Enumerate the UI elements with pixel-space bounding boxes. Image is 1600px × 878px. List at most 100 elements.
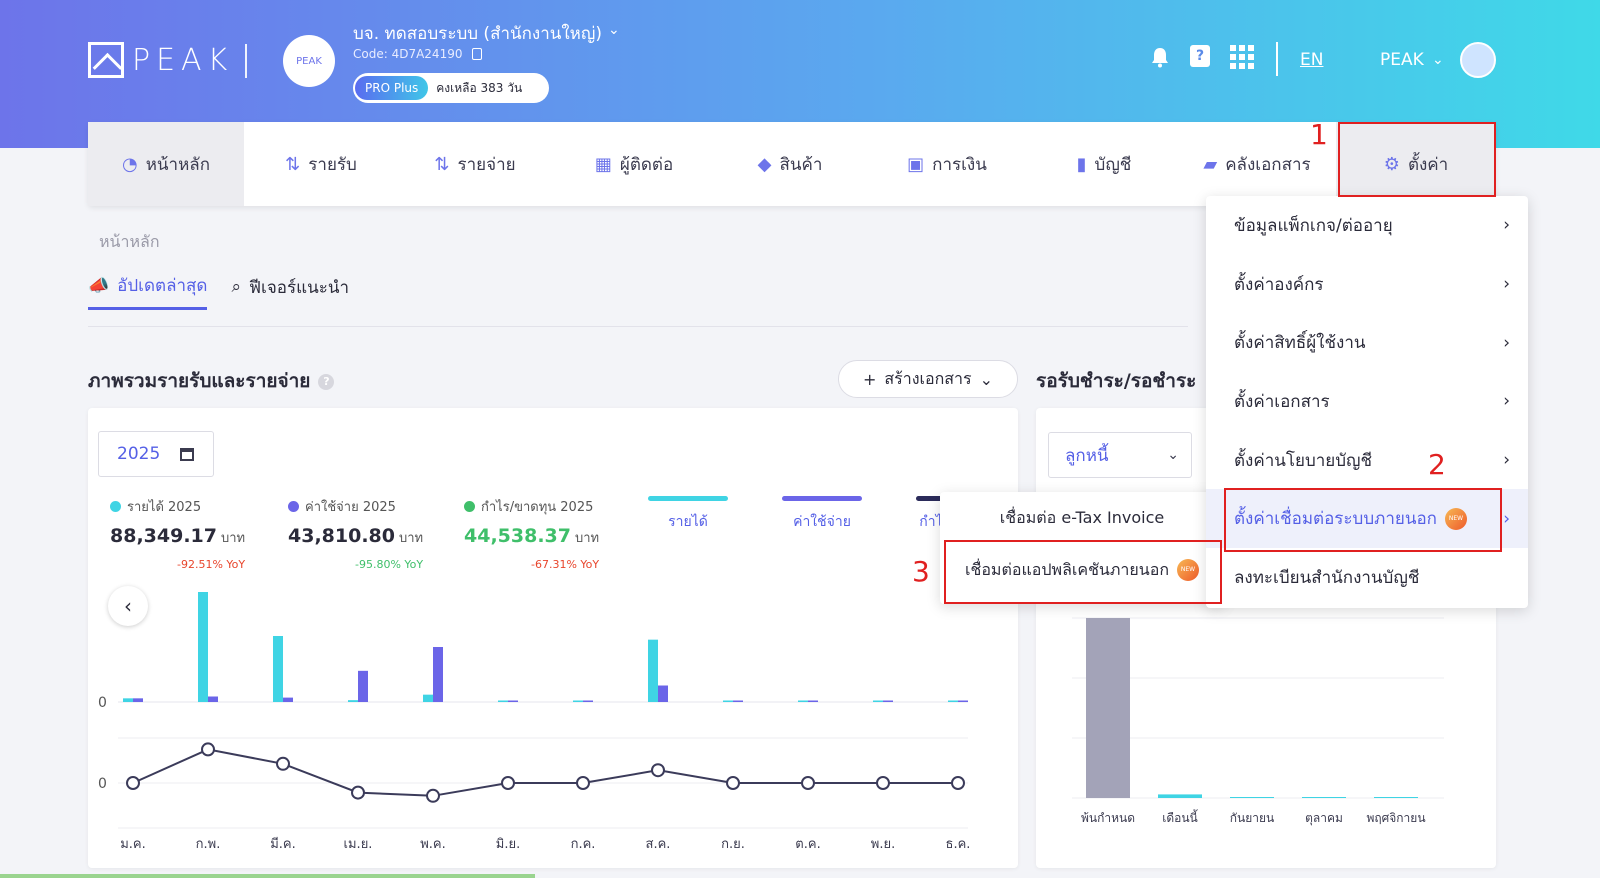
profit-point [576, 776, 590, 790]
chevron-right-icon: › [1503, 391, 1510, 412]
bar2 [1302, 797, 1346, 798]
chevron-right-icon: › [1503, 332, 1510, 353]
x-tick-label: พ.ย. [871, 837, 895, 852]
chevron-down-icon[interactable]: ⌄ [1432, 52, 1444, 68]
profit-point [126, 776, 140, 790]
bar-income [123, 698, 133, 702]
package-badge: PRO Plus [355, 76, 429, 100]
bar-expense [883, 700, 893, 702]
nav-finance[interactable]: ▣ การเงิน [864, 122, 1030, 206]
x-tick-label: มี.ค. [270, 836, 296, 852]
user-menu[interactable]: PEAK [1380, 50, 1424, 70]
chevron-left-icon[interactable]: ‹ [108, 586, 148, 626]
annotation-label-1: 1 [1310, 118, 1328, 151]
x-tick-label: ก.ค. [571, 837, 596, 852]
plus-icon: + [862, 369, 877, 389]
profit-point [801, 776, 815, 790]
bar2-x-label: พ้นกำหนด [1081, 811, 1135, 825]
package-remaining: คงเหลือ 383 วัน [436, 80, 523, 95]
bar-expense [208, 696, 218, 702]
profit-point [951, 776, 965, 790]
bar-income [498, 700, 508, 702]
apps-grid-icon[interactable] [1230, 45, 1254, 69]
chevron-down-icon: ⌄ [979, 369, 994, 389]
x-tick-label: ม.ค. [120, 837, 146, 852]
receivables-title: รอรับชำระ/รอชำระ [1036, 370, 1197, 392]
create-document-button[interactable]: + สร้างเอกสาร ⌄ [838, 360, 1018, 398]
overview-chart-card: 2025 รายได้ 2025 88,349.17 บาท -92.51% Yo… [88, 408, 1018, 868]
dashboard-icon: ◔ [121, 153, 138, 175]
bar-expense [283, 697, 293, 702]
user-avatar[interactable] [1460, 42, 1496, 78]
bar-income [798, 700, 808, 702]
bar-expense [508, 700, 518, 702]
profit-point [876, 776, 890, 790]
bar-income [573, 700, 583, 702]
search-icon: ⌕ [231, 277, 241, 297]
nav-accounting[interactable]: ▮ บัญชี [1030, 122, 1178, 206]
nav-income[interactable]: ⇅ รายรับ [244, 122, 398, 206]
profit-point [726, 776, 740, 790]
bar2-x-label: ตุลาคม [1305, 811, 1343, 826]
bell-icon[interactable] [1150, 46, 1170, 68]
bar2-x-label: กันยายน [1230, 811, 1274, 825]
nav-expense[interactable]: ⇅ รายจ่าย [398, 122, 552, 206]
company-code: Code: 4D7A24190 [353, 47, 463, 61]
bar-income [723, 700, 733, 702]
help-icon[interactable]: ? [1190, 45, 1210, 67]
annotation-box-3 [944, 540, 1222, 604]
bar-income [948, 700, 958, 702]
x-tick-label: ต.ค. [795, 837, 820, 852]
folder-icon: ▰ [1203, 153, 1218, 175]
megaphone-icon: 📣 [88, 275, 110, 296]
chevron-right-icon: › [1503, 215, 1510, 236]
annotation-label-2: 2 [1428, 448, 1446, 481]
nav-products[interactable]: ◆ สินค้า [716, 122, 864, 206]
profit-point [501, 776, 515, 790]
bar-expense [583, 700, 593, 702]
menu-organization[interactable]: ตั้งค่าองค์กร › [1206, 255, 1528, 314]
submenu-etax[interactable]: เชื่อมต่อ e-Tax Invoice [940, 492, 1224, 544]
menu-register-accounting-firm[interactable]: ลงทะเบียนสำนักงานบัญชี [1206, 548, 1528, 607]
header-divider [245, 44, 247, 78]
chevron-down-icon[interactable]: ⌄ [608, 22, 620, 38]
menu-documents[interactable]: ตั้งค่าเอกสาร › [1206, 372, 1528, 431]
tab-recommended-features[interactable]: ⌕ ฟีเจอร์แนะนำ [231, 272, 349, 310]
income-icon: ⇅ [285, 153, 301, 175]
chevron-right-icon: › [1503, 450, 1510, 471]
bar-income [273, 636, 283, 702]
nav-dashboard[interactable]: ◔ หน้าหลัก [88, 122, 244, 206]
bar2-x-label: เดือนนี้ [1162, 809, 1198, 825]
tab-latest-updates[interactable]: 📣 อัปเดตล่าสุด [88, 272, 208, 310]
bar-expense [658, 685, 668, 702]
company-name[interactable]: บจ. ทดสอบระบบ (สำนักงานใหญ่) [353, 20, 602, 47]
copy-icon[interactable] [472, 48, 482, 60]
bar2 [1158, 794, 1202, 798]
peak-logo[interactable]: PEAK [88, 42, 233, 78]
bar-expense [733, 700, 743, 702]
chevron-right-icon: › [1503, 508, 1510, 529]
menu-accounting-policy[interactable]: ตั้งค่านโยบายบัญชี › [1206, 431, 1528, 490]
package-pill[interactable]: PRO Plus คงเหลือ 383 วัน [353, 73, 549, 103]
annotation-label-3: 3 [912, 555, 930, 588]
overview-title: ภาพรวมรายรับและรายจ่าย? [88, 366, 335, 396]
profit-line [132, 748, 958, 797]
language-switch[interactable]: EN [1300, 50, 1323, 70]
overview-chart: 0 0 ม.ค. ก.พ. มี.ค. เม.ย. พ.ค. มิ.ย. ก.ค. ส.ค. ก.ย… [98, 592, 970, 852]
profit-point [351, 785, 365, 800]
help-circle-icon[interactable]: ? [318, 373, 335, 390]
bar-ytick-label: 0 [98, 695, 107, 711]
menu-package[interactable]: ข้อมูลแพ็กเกจ/ต่ออายุ › [1206, 196, 1528, 255]
bar2-x-label: พฤศจิกายน [1366, 811, 1425, 825]
menu-user-permissions[interactable]: ตั้งค่าสิทธิ์ผู้ใช้งาน › [1206, 313, 1528, 372]
line-ytick-label: 0 [98, 776, 107, 792]
contacts-icon: ▦ [594, 153, 612, 175]
bar-income [423, 694, 433, 702]
money-icon: ▣ [907, 153, 925, 175]
bar2 [1374, 797, 1418, 798]
nav-contacts[interactable]: ▦ ผู้ติดต่อ [552, 122, 716, 206]
main-nav: ◔ หน้าหลัก ⇅ รายรับ ⇅ รายจ่าย ▦ ผู้ติดต่อ ◆ ส… [88, 122, 1496, 206]
company-avatar[interactable]: PEAK [283, 35, 335, 87]
bar2 [1086, 618, 1130, 798]
profit-point [201, 742, 215, 757]
